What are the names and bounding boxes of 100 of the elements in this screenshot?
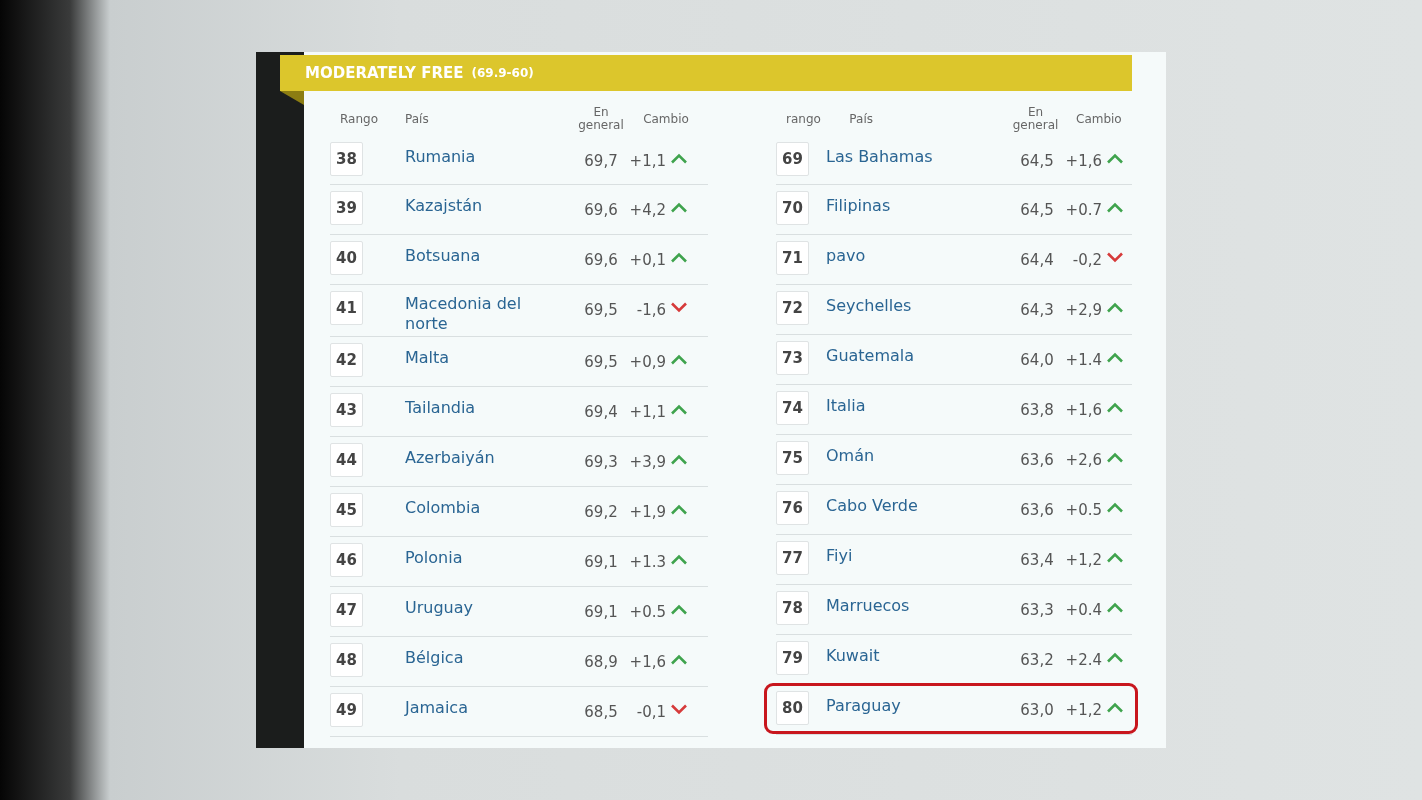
change-text: +1,2 bbox=[1064, 550, 1103, 571]
change-text: +1,6 bbox=[1064, 400, 1103, 421]
rank-cell: 75 bbox=[776, 441, 809, 475]
change-text: +0.5 bbox=[1064, 500, 1103, 521]
rank-cell: 44 bbox=[330, 443, 363, 477]
country-link[interactable]: Macedonia del norte bbox=[405, 294, 555, 334]
score-text: 69,1 bbox=[583, 602, 619, 623]
score-text: 69,6 bbox=[583, 200, 619, 221]
country-link[interactable]: Fiyi bbox=[826, 546, 853, 566]
rank-cell: 73 bbox=[776, 341, 809, 375]
rank-cell: 38 bbox=[330, 142, 363, 176]
country-link[interactable]: Paraguay bbox=[826, 696, 901, 716]
score-text: 63,4 bbox=[1019, 550, 1055, 571]
country-link[interactable]: Kazajstán bbox=[405, 196, 483, 216]
score-text: 69,5 bbox=[583, 352, 619, 373]
column-header: País bbox=[405, 111, 430, 128]
rank-cell: 76 bbox=[776, 491, 809, 525]
column-header: Cambio bbox=[642, 111, 690, 128]
score-text: 68,9 bbox=[583, 652, 619, 673]
country-link[interactable]: Botsuana bbox=[405, 246, 481, 266]
banner-title: MODERATELY FREE bbox=[305, 62, 464, 84]
rank-cell: 39 bbox=[330, 191, 363, 225]
score-text: 63,2 bbox=[1019, 650, 1055, 671]
column-header: País bbox=[849, 111, 874, 128]
score-text: 69,1 bbox=[583, 552, 619, 573]
country-link[interactable]: Las Bahamas bbox=[826, 147, 933, 167]
country-link[interactable]: Kuwait bbox=[826, 646, 880, 666]
country-link[interactable]: Omán bbox=[826, 446, 875, 466]
column-header: Rango bbox=[339, 111, 379, 128]
country-link[interactable]: Marruecos bbox=[826, 596, 910, 616]
change-text: +2,9 bbox=[1064, 300, 1103, 321]
change-text: -0,1 bbox=[635, 702, 667, 723]
change-text: -0,2 bbox=[1071, 250, 1103, 271]
score-text: 68,5 bbox=[583, 702, 619, 723]
rank-cell: 41 bbox=[330, 291, 363, 325]
change-text: +1,6 bbox=[628, 652, 667, 673]
score-text: 63,6 bbox=[1019, 500, 1055, 521]
score-text: 69,5 bbox=[583, 300, 619, 321]
score-text: 69,2 bbox=[583, 502, 619, 523]
country-link[interactable]: Malta bbox=[405, 348, 450, 368]
score-text: 69,7 bbox=[583, 151, 619, 172]
country-link[interactable]: Seychelles bbox=[826, 296, 912, 316]
country-link[interactable]: Uruguay bbox=[405, 598, 473, 618]
change-text: +4,2 bbox=[628, 200, 667, 221]
country-link[interactable]: pavo bbox=[826, 246, 866, 266]
change-text: +3,9 bbox=[628, 452, 667, 473]
country-link[interactable]: Italia bbox=[826, 396, 866, 416]
rank-cell: 45 bbox=[330, 493, 363, 527]
column-header: rango bbox=[785, 111, 822, 128]
rank-cell: 46 bbox=[330, 543, 363, 577]
rank-cell: 69 bbox=[776, 142, 809, 176]
score-text: 64,4 bbox=[1019, 250, 1055, 271]
country-link[interactable]: Polonia bbox=[405, 548, 463, 568]
rank-cell: 47 bbox=[330, 593, 363, 627]
country-link[interactable]: Colombia bbox=[405, 498, 481, 518]
change-text: +2.4 bbox=[1064, 650, 1103, 671]
score-text: 64,0 bbox=[1019, 350, 1055, 371]
change-text: +1,2 bbox=[1064, 700, 1103, 721]
score-text: 63,0 bbox=[1019, 700, 1055, 721]
rank-cell: 49 bbox=[330, 693, 363, 727]
score-text: 69,3 bbox=[583, 452, 619, 473]
rank-cell: 48 bbox=[330, 643, 363, 677]
column-header: Cambio bbox=[1075, 111, 1123, 128]
country-link[interactable]: Filipinas bbox=[826, 196, 891, 216]
change-text: +1,9 bbox=[628, 502, 667, 523]
change-text: +1.4 bbox=[1064, 350, 1103, 371]
country-link[interactable]: Bélgica bbox=[405, 648, 464, 668]
change-text: +1,1 bbox=[628, 151, 667, 172]
country-link[interactable]: Jamaica bbox=[405, 698, 468, 718]
change-text: +1.3 bbox=[628, 552, 667, 573]
score-text: 64,5 bbox=[1019, 200, 1055, 221]
change-text: +0,9 bbox=[628, 352, 667, 373]
change-text: +2,6 bbox=[1064, 450, 1103, 471]
ribbon-fold-icon bbox=[280, 91, 304, 105]
change-text: -1,6 bbox=[635, 300, 667, 321]
country-link[interactable]: Rumania bbox=[405, 147, 476, 167]
rank-cell: 72 bbox=[776, 291, 809, 325]
change-text: +0,1 bbox=[628, 250, 667, 271]
rank-cell: 71 bbox=[776, 241, 809, 275]
banner-range: (69.9-60) bbox=[471, 65, 534, 82]
country-link[interactable]: Cabo Verde bbox=[826, 496, 918, 516]
change-text: +0.4 bbox=[1064, 600, 1103, 621]
score-text: 63,3 bbox=[1019, 600, 1055, 621]
rank-cell: 79 bbox=[776, 641, 809, 675]
rank-cell: 80 bbox=[776, 691, 809, 725]
score-text: 64,5 bbox=[1019, 151, 1055, 172]
score-text: 63,6 bbox=[1019, 450, 1055, 471]
rank-cell: 70 bbox=[776, 191, 809, 225]
rank-cell: 43 bbox=[330, 393, 363, 427]
rank-cell: 40 bbox=[330, 241, 363, 275]
rank-cell: 74 bbox=[776, 391, 809, 425]
rank-cell: 42 bbox=[330, 343, 363, 377]
country-link[interactable]: Guatemala bbox=[826, 346, 915, 366]
change-text: +0.5 bbox=[628, 602, 667, 623]
score-text: 69,4 bbox=[583, 402, 619, 423]
score-text: 69,6 bbox=[583, 250, 619, 271]
country-link[interactable]: Azerbaiyán bbox=[405, 448, 495, 468]
country-link[interactable]: Tailandia bbox=[405, 398, 476, 418]
rank-cell: 78 bbox=[776, 591, 809, 625]
score-text: 63,8 bbox=[1019, 400, 1055, 421]
